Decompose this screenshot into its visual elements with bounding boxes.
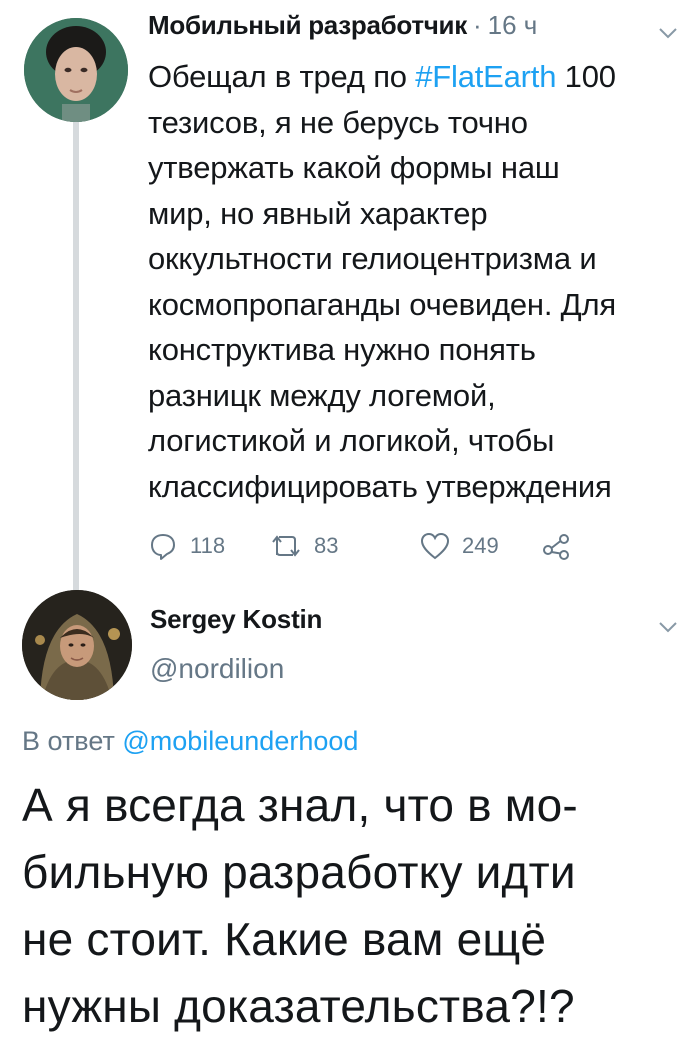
reply-button[interactable]: 118 (148, 531, 270, 561)
tweet-text: А я всегда знал, что в мо- бильную разра… (22, 779, 578, 1032)
reply-icon (151, 534, 175, 560)
reply-tweet-header[interactable]: Sergey Kostin @nordilion (150, 604, 682, 685)
retweet-count: 83 (314, 533, 339, 558)
retweet-icon (272, 535, 300, 557)
like-button[interactable]: 249 (420, 532, 542, 560)
share-button[interactable] (542, 532, 572, 560)
tweet-text: Обещал в тред по #FlatEarth 100 тезисов,… (148, 54, 682, 509)
separator: · (472, 10, 482, 40)
retweet-button[interactable]: 83 (270, 533, 420, 559)
hashtag-link[interactable]: #FlatEarth (415, 59, 556, 94)
author-name[interactable]: Мобильный разработчик (148, 10, 467, 41)
reply-prefix: В ответ (22, 726, 123, 756)
tweet-actions: 118 83 249 (148, 531, 682, 561)
like-count: 249 (462, 533, 499, 558)
avatar[interactable] (22, 590, 132, 700)
avatar[interactable] (24, 18, 128, 122)
tweet[interactable]: Мобильный разработчик · 16 ч Обещал в тр… (148, 10, 682, 561)
tweet-text-part: 100 тезисов, я не берусь точно утвержать… (148, 59, 616, 504)
share-icon (543, 534, 569, 560)
thread-line (73, 122, 79, 590)
reply-context: В ответ @mobileunderhood (22, 726, 358, 757)
chevron-down-icon[interactable] (658, 26, 678, 44)
tweet-text-part: Обещал в тред по (148, 59, 416, 94)
author-handle[interactable]: @nordilion (150, 653, 682, 685)
chevron-down-icon[interactable] (658, 620, 678, 638)
author-name[interactable]: Sergey Kostin (150, 604, 682, 635)
timestamp[interactable]: 16 ч (488, 10, 538, 41)
mention-link[interactable]: @mobileunderhood (122, 726, 358, 756)
reply-count: 118 (190, 533, 226, 558)
tweet-header: Мобильный разработчик · 16 ч (148, 10, 682, 54)
like-icon (420, 532, 450, 560)
